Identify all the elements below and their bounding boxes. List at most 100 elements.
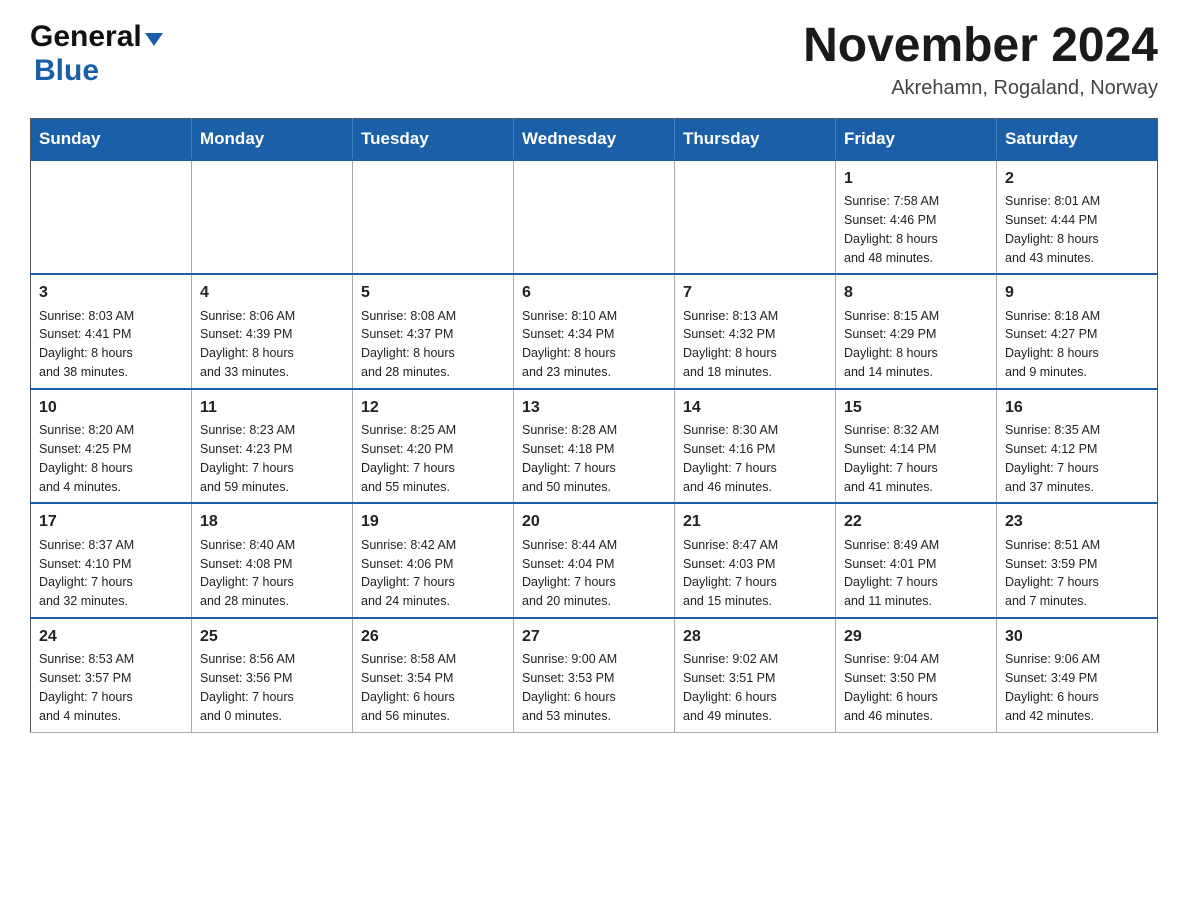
day-number: 30: [1005, 625, 1149, 648]
day-info: Sunrise: 9:06 AM Sunset: 3:49 PM Dayligh…: [1005, 652, 1100, 723]
day-info: Sunrise: 8:37 AM Sunset: 4:10 PM Dayligh…: [39, 538, 134, 609]
day-number: 27: [522, 625, 666, 648]
day-number: 21: [683, 510, 827, 533]
day-number: 14: [683, 396, 827, 419]
day-info: Sunrise: 8:01 AM Sunset: 4:44 PM Dayligh…: [1005, 194, 1100, 265]
calendar-cell-week1-day1: [31, 160, 192, 275]
calendar-cell-week5-day4: 27Sunrise: 9:00 AM Sunset: 3:53 PM Dayli…: [514, 618, 675, 732]
calendar-cell-week1-day2: [192, 160, 353, 275]
calendar-week-row-2: 3 Sunrise: 8:03 AM Sunset: 4:41 PM Daylig…: [31, 274, 1158, 389]
day-number: 22: [844, 510, 988, 533]
weekday-header-tuesday: Tuesday: [353, 118, 514, 160]
month-title: November 2024: [803, 20, 1158, 73]
calendar-cell-week4-day4: 20 Sunrise: 8:44 AM Sunset: 4:04 PM Dayli…: [514, 503, 675, 618]
calendar-cell-week1-day7: 2 Sunrise: 8:01 AM Sunset: 4:44 PM Daylig…: [997, 160, 1158, 275]
calendar-cell-week3-day1: 10 Sunrise: 8:20 AM Sunset: 4:25 PM Dayli…: [31, 389, 192, 504]
logo-blue-text: Blue: [34, 54, 99, 87]
calendar-cell-week2-day3: 5 Sunrise: 8:08 AM Sunset: 4:37 PM Daylig…: [353, 274, 514, 389]
weekday-header-sunday: Sunday: [31, 118, 192, 160]
calendar-week-row-3: 10 Sunrise: 8:20 AM Sunset: 4:25 PM Dayli…: [31, 389, 1158, 504]
day-info: Sunrise: 8:30 AM Sunset: 4:16 PM Dayligh…: [683, 423, 778, 494]
day-info: Sunrise: 8:32 AM Sunset: 4:14 PM Dayligh…: [844, 423, 939, 494]
weekday-header-monday: Monday: [192, 118, 353, 160]
calendar-cell-week4-day1: 17 Sunrise: 8:37 AM Sunset: 4:10 PM Dayli…: [31, 503, 192, 618]
day-number: 5: [361, 281, 505, 304]
day-number: 10: [39, 396, 183, 419]
calendar-cell-week5-day2: 25 Sunrise: 8:56 AM Sunset: 3:56 PM Dayli…: [192, 618, 353, 732]
calendar-week-row-4: 17 Sunrise: 8:37 AM Sunset: 4:10 PM Dayli…: [31, 503, 1158, 618]
title-section: November 2024 Akrehamn, Rogaland, Norway: [803, 20, 1158, 100]
calendar-table: SundayMondayTuesdayWednesdayThursdayFrid…: [30, 118, 1158, 733]
day-number: 26: [361, 625, 505, 648]
calendar-cell-week4-day5: 21 Sunrise: 8:47 AM Sunset: 4:03 PM Dayli…: [675, 503, 836, 618]
day-number: 6: [522, 281, 666, 304]
day-info: Sunrise: 8:23 AM Sunset: 4:23 PM Dayligh…: [200, 423, 295, 494]
day-number: 2: [1005, 167, 1149, 190]
day-number: 8: [844, 281, 988, 304]
day-info: Sunrise: 8:28 AM Sunset: 4:18 PM Dayligh…: [522, 423, 617, 494]
calendar-cell-week5-day7: 30 Sunrise: 9:06 AM Sunset: 3:49 PM Dayli…: [997, 618, 1158, 732]
calendar-cell-week1-day3: [353, 160, 514, 275]
day-info: Sunrise: 8:49 AM Sunset: 4:01 PM Dayligh…: [844, 538, 939, 609]
day-number: 4: [200, 281, 344, 304]
day-info: Sunrise: 8:40 AM Sunset: 4:08 PM Dayligh…: [200, 538, 295, 609]
day-info: Sunrise: 8:44 AM Sunset: 4:04 PM Dayligh…: [522, 538, 617, 609]
calendar-cell-week4-day2: 18Sunrise: 8:40 AM Sunset: 4:08 PM Dayli…: [192, 503, 353, 618]
logo-general-text: General: [30, 20, 142, 54]
calendar-cell-week2-day6: 8 Sunrise: 8:15 AM Sunset: 4:29 PM Daylig…: [836, 274, 997, 389]
day-info: Sunrise: 8:15 AM Sunset: 4:29 PM Dayligh…: [844, 309, 939, 380]
day-number: 12: [361, 396, 505, 419]
day-info: Sunrise: 8:42 AM Sunset: 4:06 PM Dayligh…: [361, 538, 456, 609]
day-number: 11: [200, 396, 344, 419]
day-info: Sunrise: 8:08 AM Sunset: 4:37 PM Dayligh…: [361, 309, 456, 380]
day-number: 17: [39, 510, 183, 533]
day-info: Sunrise: 8:20 AM Sunset: 4:25 PM Dayligh…: [39, 423, 134, 494]
calendar-cell-week3-day7: 16 Sunrise: 8:35 AM Sunset: 4:12 PM Dayli…: [997, 389, 1158, 504]
day-info: Sunrise: 8:18 AM Sunset: 4:27 PM Dayligh…: [1005, 309, 1100, 380]
logo: General Blue: [30, 20, 163, 88]
day-info: Sunrise: 8:47 AM Sunset: 4:03 PM Dayligh…: [683, 538, 778, 609]
day-number: 13: [522, 396, 666, 419]
day-number: 16: [1005, 396, 1149, 419]
calendar-cell-week2-day5: 7 Sunrise: 8:13 AM Sunset: 4:32 PM Daylig…: [675, 274, 836, 389]
calendar-cell-week4-day6: 22 Sunrise: 8:49 AM Sunset: 4:01 PM Dayli…: [836, 503, 997, 618]
day-info: Sunrise: 8:03 AM Sunset: 4:41 PM Dayligh…: [39, 309, 134, 380]
day-number: 23: [1005, 510, 1149, 533]
page-header: General Blue November 2024 Akrehamn, Rog…: [30, 20, 1158, 100]
day-info: Sunrise: 8:06 AM Sunset: 4:39 PM Dayligh…: [200, 309, 295, 380]
weekday-header-saturday: Saturday: [997, 118, 1158, 160]
weekday-header-thursday: Thursday: [675, 118, 836, 160]
calendar-cell-week5-day5: 28Sunrise: 9:02 AM Sunset: 3:51 PM Dayli…: [675, 618, 836, 732]
day-number: 24: [39, 625, 183, 648]
weekday-header-friday: Friday: [836, 118, 997, 160]
day-number: 25: [200, 625, 344, 648]
day-number: 7: [683, 281, 827, 304]
day-info: Sunrise: 8:13 AM Sunset: 4:32 PM Dayligh…: [683, 309, 778, 380]
day-number: 3: [39, 281, 183, 304]
day-info: Sunrise: 8:10 AM Sunset: 4:34 PM Dayligh…: [522, 309, 617, 380]
day-number: 28: [683, 625, 827, 648]
weekday-header-wednesday: Wednesday: [514, 118, 675, 160]
calendar-cell-week1-day4: [514, 160, 675, 275]
day-number: 29: [844, 625, 988, 648]
day-info: Sunrise: 8:56 AM Sunset: 3:56 PM Dayligh…: [200, 652, 295, 723]
calendar-cell-week5-day1: 24Sunrise: 8:53 AM Sunset: 3:57 PM Dayli…: [31, 618, 192, 732]
calendar-week-row-1: 1Sunrise: 7:58 AM Sunset: 4:46 PM Daylig…: [31, 160, 1158, 275]
calendar-cell-week4-day3: 19 Sunrise: 8:42 AM Sunset: 4:06 PM Dayli…: [353, 503, 514, 618]
day-number: 1: [844, 167, 988, 190]
location-label: Akrehamn, Rogaland, Norway: [803, 77, 1158, 100]
calendar-cell-week5-day3: 26Sunrise: 8:58 AM Sunset: 3:54 PM Dayli…: [353, 618, 514, 732]
weekday-header-row: SundayMondayTuesdayWednesdayThursdayFrid…: [31, 118, 1158, 160]
day-info: Sunrise: 8:25 AM Sunset: 4:20 PM Dayligh…: [361, 423, 456, 494]
calendar-cell-week2-day7: 9Sunrise: 8:18 AM Sunset: 4:27 PM Daylig…: [997, 274, 1158, 389]
logo-arrow-icon: [145, 33, 163, 46]
day-number: 20: [522, 510, 666, 533]
calendar-cell-week3-day5: 14 Sunrise: 8:30 AM Sunset: 4:16 PM Dayli…: [675, 389, 836, 504]
day-number: 19: [361, 510, 505, 533]
calendar-cell-week1-day6: 1Sunrise: 7:58 AM Sunset: 4:46 PM Daylig…: [836, 160, 997, 275]
calendar-cell-week4-day7: 23Sunrise: 8:51 AM Sunset: 3:59 PM Dayli…: [997, 503, 1158, 618]
calendar-cell-week1-day5: [675, 160, 836, 275]
day-number: 15: [844, 396, 988, 419]
day-info: Sunrise: 8:35 AM Sunset: 4:12 PM Dayligh…: [1005, 423, 1100, 494]
calendar-cell-week3-day4: 13 Sunrise: 8:28 AM Sunset: 4:18 PM Dayli…: [514, 389, 675, 504]
